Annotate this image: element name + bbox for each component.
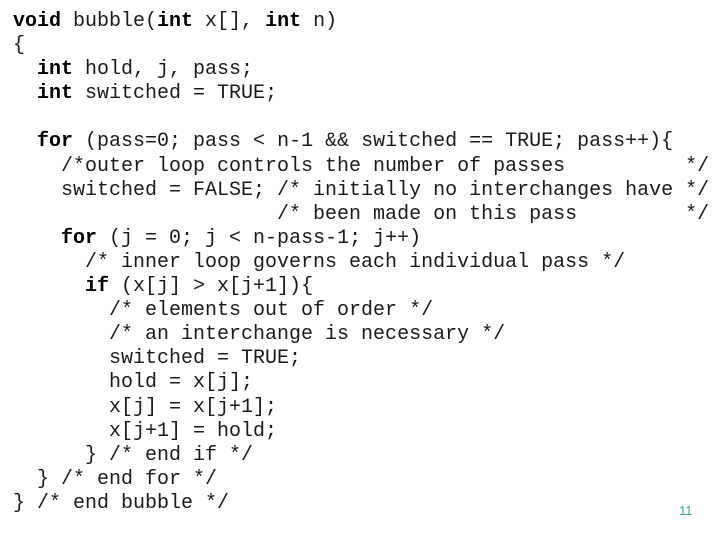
code-text: x[], [193,10,266,33]
code-text: hold = x[j]; [13,371,254,395]
code-text: (x[j] > x[j+1]){ [109,275,314,299]
code-line: if (x[j] > x[j+1]){ [13,275,709,299]
keyword: int [157,10,194,33]
code-line: /* elements out of order */ [13,299,709,323]
code-text: bubble( [61,10,158,33]
keyword: for [37,130,74,154]
code-text: switched = FALSE; /* initially no interc… [13,178,710,202]
keyword: int [37,82,74,106]
code-line: switched = FALSE; /* initially no interc… [13,179,709,203]
code-text: /* an interchange is necessary */ [13,323,506,347]
code-line: } /* end if */ [13,444,709,468]
keyword: if [85,275,110,299]
code-line: switched = TRUE; [13,347,709,371]
code-text: switched = TRUE; [73,82,278,106]
page-number: 11 [679,503,693,518]
code-text: (pass=0; pass < n-1 && switched == TRUE;… [73,130,674,154]
code-text: hold, j, pass; [73,58,254,82]
code-text: } /* end if */ [13,443,254,467]
code-line: void bubble(int x[], int n) [13,10,709,34]
code-text: } /* end bubble */ [13,491,230,515]
code-line: /*outer loop controls the number of pass… [13,155,709,179]
code-text: /* elements out of order */ [13,299,434,323]
code-text: x[j+1] = hold; [13,419,278,443]
code-text: /* inner loop governs each individual pa… [13,250,626,274]
code-line: for (j = 0; j < n-pass-1; j++) [13,227,709,251]
code-text: /* been made on this pass */ [13,202,710,226]
code-text: n) [301,10,338,33]
keyword: for [61,226,98,250]
code-line: int hold, j, pass; [13,58,709,82]
code-line: int switched = TRUE; [13,82,709,106]
code-line: hold = x[j]; [13,371,709,395]
code-line: { [13,34,709,58]
code-text: { [13,34,26,58]
code-line: /* inner loop governs each individual pa… [13,251,709,275]
keyword: int [265,10,302,33]
code-line: } /* end bubble */ [13,492,709,516]
code-line: /* an interchange is necessary */ [13,323,709,347]
code-line: } /* end for */ [13,468,709,492]
code-text: /*outer loop controls the number of pass… [13,154,710,178]
code-line: for (pass=0; pass < n-1 && switched == T… [13,130,709,154]
keyword: void [13,10,62,33]
code-text: x[j] = x[j+1]; [13,395,278,419]
code-listing: void bubble(int x[], int n){ int hold, j… [13,10,709,516]
code-text: (j = 0; j < n-pass-1; j++) [97,226,422,250]
code-text: switched = TRUE; [13,347,302,371]
code-line: /* been made on this pass */ [13,203,709,227]
code-text: } /* end for */ [13,467,218,491]
code-line: x[j+1] = hold; [13,420,709,444]
code-line: x[j] = x[j+1]; [13,396,709,420]
keyword: int [37,58,74,82]
